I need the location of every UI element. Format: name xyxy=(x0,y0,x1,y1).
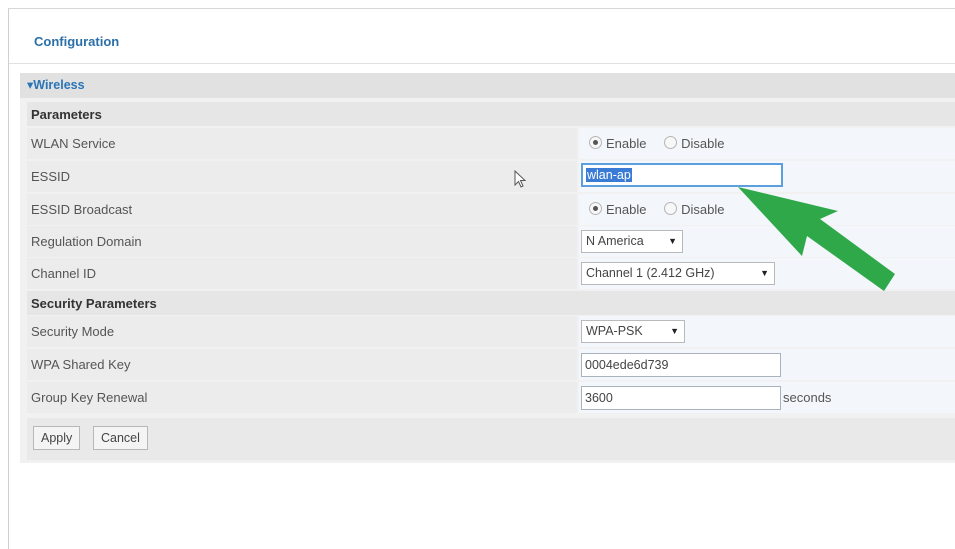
essid-selected-text: wlan-ap xyxy=(586,168,632,182)
security-group-header: Security Parameters xyxy=(27,291,955,315)
radio-selected-icon[interactable] xyxy=(589,136,602,149)
page-title: Configuration xyxy=(34,34,120,49)
group-key-renewal-row: Group Key Renewal 3600 seconds xyxy=(27,382,955,413)
action-bar: Apply Cancel xyxy=(27,418,955,460)
dropdown-arrow-icon: ▼ xyxy=(668,236,677,246)
group-key-renewal-input[interactable]: 3600 xyxy=(581,386,781,410)
parameters-heading: Parameters xyxy=(31,107,102,122)
group-key-renewal-label: Group Key Renewal xyxy=(31,390,148,405)
wlan-service-row: WLAN Service Enable Disable xyxy=(27,128,955,159)
wpa-shared-key-label: WPA Shared Key xyxy=(31,357,131,372)
wireless-section-label: ▾Wireless xyxy=(27,78,85,92)
wpa-shared-key-input[interactable]: 0004ede6d739 xyxy=(581,353,781,377)
security-mode-select[interactable]: WPA-PSK ▼ xyxy=(581,320,685,343)
essid-broadcast-disable-option[interactable]: Disable xyxy=(664,202,724,217)
essid-row: ESSID wlan-ap xyxy=(27,161,955,192)
channel-id-row: Channel ID Channel 1 (2.412 GHz) ▼ xyxy=(27,258,955,289)
apply-button[interactable]: Apply xyxy=(33,426,81,450)
cancel-button[interactable]: Cancel xyxy=(93,426,148,450)
wpa-shared-key-row: WPA Shared Key 0004ede6d739 xyxy=(27,349,955,380)
radio-unselected-icon[interactable] xyxy=(664,136,678,149)
radio-unselected-icon[interactable] xyxy=(664,202,678,215)
regulation-domain-label: Regulation Domain xyxy=(31,234,142,249)
essid-broadcast-radio-group: Enable Disable xyxy=(589,202,738,217)
radio-selected-icon[interactable] xyxy=(589,202,602,215)
channel-id-select[interactable]: Channel 1 (2.412 GHz) ▼ xyxy=(581,262,775,285)
parameters-group-header: Parameters xyxy=(27,102,955,126)
wireless-panel: ▾Wireless Parameters WLAN Service Enable… xyxy=(20,73,955,463)
essid-input[interactable]: wlan-ap xyxy=(581,163,783,187)
dropdown-arrow-icon: ▼ xyxy=(760,268,769,278)
wlan-service-label: WLAN Service xyxy=(31,136,116,151)
regulation-domain-select[interactable]: N America ▼ xyxy=(581,230,683,253)
essid-broadcast-label: ESSID Broadcast xyxy=(31,202,133,217)
channel-id-label: Channel ID xyxy=(31,266,97,281)
wireless-section-header[interactable]: ▾Wireless xyxy=(20,73,955,98)
essid-broadcast-enable-option[interactable]: Enable xyxy=(589,202,646,217)
essid-broadcast-row: ESSID Broadcast Enable Disable xyxy=(27,194,955,225)
security-parameters-heading: Security Parameters xyxy=(31,296,157,311)
security-mode-row: Security Mode WPA-PSK ▼ xyxy=(27,316,955,347)
regulation-domain-row: Regulation Domain N America ▼ xyxy=(27,226,955,257)
mouse-cursor-icon xyxy=(514,170,527,188)
essid-label: ESSID xyxy=(31,169,71,184)
seconds-unit-label: seconds xyxy=(783,390,832,405)
wlan-service-disable-option[interactable]: Disable xyxy=(664,136,724,151)
wlan-service-radio-group: Enable Disable xyxy=(589,136,738,151)
dropdown-arrow-icon: ▼ xyxy=(670,326,679,336)
wlan-service-enable-option[interactable]: Enable xyxy=(589,136,646,151)
security-mode-label: Security Mode xyxy=(31,324,115,339)
page-header: Configuration xyxy=(9,9,955,64)
